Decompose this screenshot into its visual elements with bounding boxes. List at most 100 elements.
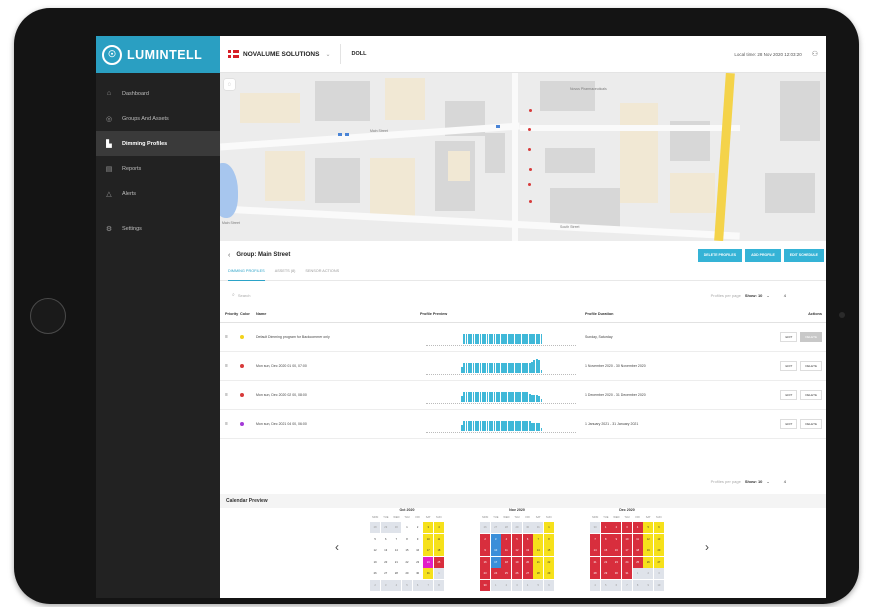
- calendar-day[interactable]: 6: [412, 579, 423, 591]
- calendar-day[interactable]: 31: [621, 568, 633, 579]
- chevron-down-icon[interactable]: ⌄: [766, 479, 769, 484]
- map-light-marker[interactable]: [529, 200, 532, 203]
- calendar-day[interactable]: 25: [501, 568, 512, 579]
- calendar-day[interactable]: 28: [590, 568, 601, 579]
- calendar-day[interactable]: 24: [490, 568, 501, 579]
- sidebar-item-dimming-profiles[interactable]: ▙ Dimming Profiles: [96, 131, 220, 156]
- calendar-day[interactable]: 25: [632, 556, 643, 568]
- calendar-day[interactable]: 21: [391, 556, 402, 568]
- delete-button[interactable]: DELETE: [800, 390, 822, 400]
- page-size-select[interactable]: Show: 10: [745, 293, 763, 298]
- calendar-day[interactable]: 4: [391, 579, 402, 591]
- calendar-day[interactable]: 28: [391, 568, 402, 579]
- calendar-day[interactable]: 5: [643, 522, 654, 533]
- map-light-marker[interactable]: [529, 109, 532, 112]
- chevron-right-icon[interactable]: ›: [705, 540, 709, 554]
- calendar-day[interactable]: 6: [522, 533, 533, 545]
- calendar-day[interactable]: 13: [653, 533, 664, 545]
- calendar-day[interactable]: 4: [522, 579, 533, 591]
- calendar-day[interactable]: 17: [490, 556, 501, 568]
- calendar-day[interactable]: 28: [501, 522, 512, 533]
- sidebar-item-dashboard[interactable]: ⌂ Dashboard: [96, 81, 220, 106]
- calendar-day[interactable]: 23: [480, 568, 491, 579]
- calendar-day[interactable]: 15: [401, 545, 413, 556]
- calendar-day[interactable]: 19: [643, 545, 654, 556]
- calendar-day[interactable]: 12: [511, 545, 523, 556]
- calendar-day[interactable]: 2: [480, 533, 491, 545]
- calendar-day[interactable]: 7: [590, 533, 601, 545]
- calendar-day[interactable]: 6: [611, 579, 622, 591]
- calendar-day[interactable]: 3: [511, 579, 523, 591]
- calendar-day[interactable]: 7: [621, 579, 633, 591]
- table-row[interactable]: ≡ Mon sun, Dec 2020 02 00, 08:00 1 Decem…: [220, 381, 826, 410]
- calendar-day[interactable]: 16: [480, 556, 491, 568]
- calendar-day[interactable]: 7: [391, 533, 402, 545]
- calendar-day[interactable]: 7: [533, 533, 544, 545]
- calendar-day[interactable]: 21: [533, 556, 544, 568]
- delete-profiles-button[interactable]: DELETE PROFILES: [697, 248, 743, 262]
- locate-icon[interactable]: ◌: [224, 79, 235, 90]
- calendar-day[interactable]: 5: [370, 533, 381, 545]
- sidebar-item-settings[interactable]: ⚙ Settings: [96, 216, 220, 241]
- map-light-marker[interactable]: [528, 183, 531, 186]
- sidebar-item-alerts[interactable]: △ Alerts: [96, 181, 220, 206]
- calendar-day[interactable]: 5: [533, 579, 544, 591]
- chevron-left-icon[interactable]: ‹: [335, 540, 339, 554]
- calendar-day[interactable]: 26: [480, 522, 491, 533]
- calendar-day[interactable]: 30: [611, 568, 622, 579]
- calendar-day[interactable]: 2: [611, 522, 622, 533]
- calendar-day[interactable]: 17: [621, 545, 633, 556]
- calendar-day[interactable]: 1: [632, 568, 643, 579]
- chevron-down-icon[interactable]: ⌄: [766, 293, 769, 298]
- calendar-day[interactable]: 29: [543, 568, 554, 579]
- drag-handle-icon[interactable]: ≡: [225, 334, 228, 340]
- calendar-day[interactable]: 6: [543, 579, 554, 591]
- calendar-day[interactable]: 10: [423, 533, 434, 545]
- calendar-day[interactable]: 12: [643, 533, 654, 545]
- map-light-marker[interactable]: [529, 168, 532, 171]
- calendar-day[interactable]: 3: [653, 568, 664, 579]
- delete-button[interactable]: DELETE: [800, 361, 822, 371]
- edit-button[interactable]: EDIT: [780, 332, 798, 342]
- calendar-day[interactable]: 10: [653, 579, 664, 591]
- tab-dimming-profiles[interactable]: DIMMING PROFILES: [228, 269, 265, 281]
- calendar-day[interactable]: 16: [412, 545, 423, 556]
- calendar-day[interactable]: 22: [401, 556, 413, 568]
- calendar-day[interactable]: 8: [632, 579, 643, 591]
- calendar-day[interactable]: 15: [600, 545, 611, 556]
- calendar-day[interactable]: 9: [480, 545, 491, 556]
- calendar-day[interactable]: 4: [590, 579, 601, 591]
- calendar-day[interactable]: 27: [490, 522, 501, 533]
- calendar-day[interactable]: 12: [370, 545, 381, 556]
- calendar-day[interactable]: 2: [643, 568, 654, 579]
- calendar-day[interactable]: 27: [380, 568, 391, 579]
- map-light-marker[interactable]: [528, 148, 531, 151]
- calendar-day[interactable]: 31: [533, 522, 544, 533]
- calendar-day[interactable]: 4: [632, 522, 643, 533]
- sidebar-item-groups-and-assets[interactable]: ◎ Groups And Assets: [96, 106, 220, 131]
- calendar-day[interactable]: 20: [380, 556, 391, 568]
- delete-button[interactable]: DELETE: [800, 419, 822, 429]
- calendar-day[interactable]: 27: [522, 568, 533, 579]
- logo[interactable]: ☉ LUMINTELL: [96, 36, 220, 73]
- calendar-day[interactable]: 1: [543, 522, 554, 533]
- calendar-day[interactable]: 1: [433, 568, 444, 579]
- calendar-day[interactable]: 24: [423, 556, 434, 568]
- chevron-down-icon[interactable]: ⌄: [325, 51, 330, 58]
- calendar-day[interactable]: 9: [611, 533, 622, 545]
- calendar-day[interactable]: 18: [632, 545, 643, 556]
- tab-sensor-actions[interactable]: SENSOR ACTIONS: [305, 269, 339, 280]
- calendar-day[interactable]: 22: [543, 556, 554, 568]
- calendar-day[interactable]: 30: [480, 579, 491, 591]
- table-row[interactable]: ≡ Mon sun, Dec 2021 04 00, 06:00 1 Janua…: [220, 410, 826, 439]
- back-arrow-icon[interactable]: ‹: [228, 252, 230, 259]
- calendar-day[interactable]: 17: [423, 545, 434, 556]
- calendar-day[interactable]: 10: [621, 533, 633, 545]
- calendar-day[interactable]: 8: [401, 533, 413, 545]
- calendar-day[interactable]: 2: [412, 522, 423, 533]
- calendar-day[interactable]: 5: [401, 579, 413, 591]
- calendar-day[interactable]: 23: [412, 556, 423, 568]
- calendar-day[interactable]: 18: [433, 545, 444, 556]
- calendar-day[interactable]: 14: [533, 545, 544, 556]
- calendar-day[interactable]: 29: [380, 522, 391, 533]
